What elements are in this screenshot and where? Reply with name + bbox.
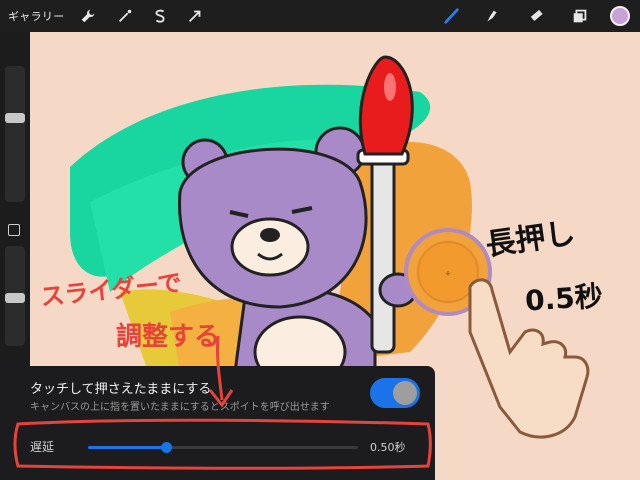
eraser-icon[interactable]: [526, 6, 546, 26]
wrench-icon[interactable]: [78, 6, 98, 26]
brush-size-slider[interactable]: [5, 66, 25, 202]
toggle-knob: [393, 381, 417, 405]
magic-wand-icon[interactable]: [115, 6, 135, 26]
delay-slider-knob[interactable]: [161, 442, 173, 453]
modify-button[interactable]: [8, 224, 20, 236]
brush-size-thumb[interactable]: [5, 112, 25, 123]
setting-title: タッチして押さえたままにする: [30, 382, 212, 397]
gallery-button[interactable]: ギャラリー: [8, 8, 65, 24]
opacity-thumb[interactable]: [5, 293, 25, 303]
annotation-long-press-2: 0.5秒: [524, 279, 604, 318]
delay-slider[interactable]: [88, 442, 358, 453]
brush-icon[interactable]: [442, 6, 462, 26]
layers-icon[interactable]: [570, 6, 590, 26]
smudge-icon[interactable]: [482, 6, 502, 26]
svg-text:+: +: [445, 269, 452, 278]
annotation-slider-hint-2: 調整する: [116, 322, 221, 352]
delay-slider-fill: [88, 446, 167, 449]
delay-label: 遅延: [30, 440, 55, 454]
touch-hold-toggle[interactable]: [370, 378, 420, 408]
color-picker-swatch[interactable]: [610, 6, 630, 26]
selection-s-icon[interactable]: [150, 6, 170, 26]
transform-arrow-icon[interactable]: [185, 6, 205, 26]
top-toolbar: ギャラリー: [0, 0, 640, 32]
setting-description: キャンバスの上に指を置いたままにするとスポイトを呼び出せます: [30, 402, 330, 413]
delay-value: 0.50秒: [370, 441, 406, 454]
eyedropper-settings-panel: タッチして押さえたままにする キャンバスの上に指を置いたままにするとスポイトを呼…: [0, 366, 435, 480]
